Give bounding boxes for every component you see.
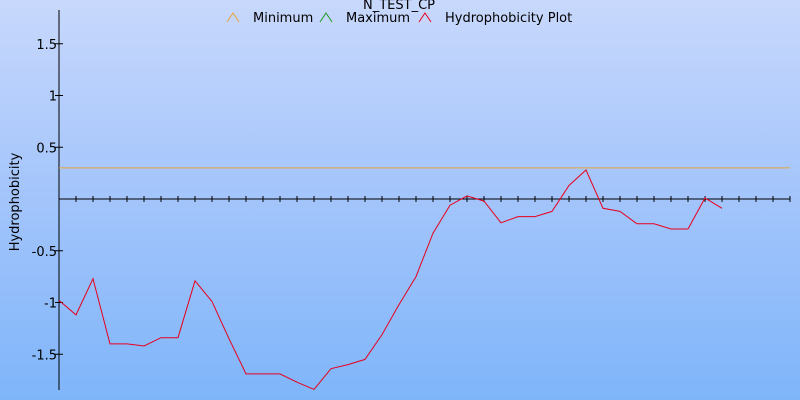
- y-axis-label: Hydrophobicity: [8, 152, 23, 251]
- legend-label-maximum: Maximum: [346, 11, 410, 26]
- series-layer: [58, 167, 790, 391]
- legend-swatch-minimum: [226, 12, 240, 23]
- y-tick-label: -1.5: [32, 348, 57, 363]
- y-tick-label: -0.5: [32, 245, 57, 260]
- chart-canvas: N_TEST_CP Minimum Maximum Hydrophobicity…: [8, 0, 791, 391]
- y-ticks: 1.5 1 0.5 -0.5 -1 -1.5: [32, 38, 63, 363]
- legend-swatch-maximum: [319, 12, 333, 23]
- legend-swatch-hydrophobicity: [418, 12, 432, 23]
- y-tick-label: -1: [44, 297, 57, 312]
- hydrophobicity-chart: N_TEST_CP Minimum Maximum Hydrophobicity…: [0, 0, 800, 400]
- legend-label-hydrophobicity: Hydrophobicity Plot: [445, 11, 572, 26]
- y-tick-label: 1.5: [36, 38, 57, 53]
- y-tick-label: 1: [49, 90, 57, 105]
- series-line-hydrophobicity-plot: [58, 169, 723, 391]
- legend-item-minimum: Minimum: [226, 11, 313, 26]
- legend-label-minimum: Minimum: [253, 11, 313, 26]
- y-tick-label: 0.5: [36, 141, 57, 156]
- legend-item-maximum: Maximum: [319, 11, 410, 26]
- legend-item-hydrophobicity: Hydrophobicity Plot: [418, 11, 572, 26]
- legend: Minimum Maximum Hydrophobicity Plot: [226, 11, 572, 26]
